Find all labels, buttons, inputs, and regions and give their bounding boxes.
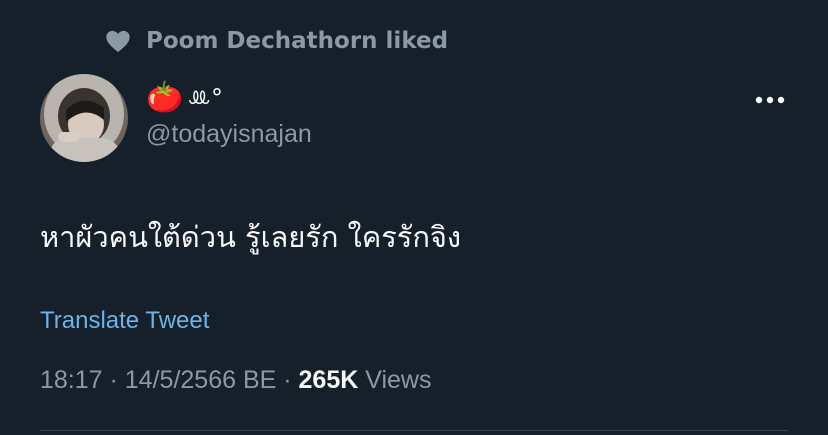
tomato-emoji: 🍅 (146, 80, 184, 115)
avatar[interactable] (40, 74, 128, 162)
social-context-text: Poom Dechathorn liked (146, 28, 449, 54)
more-horizontal-icon (755, 96, 785, 104)
tweet-text: หาผัวคนใต้ด่วน รู้เลยรัก ใครรักจิง (40, 220, 462, 254)
meta-separator: · (102, 366, 125, 394)
more-options-button[interactable] (748, 86, 792, 114)
tweet-time[interactable]: 18:17 (40, 366, 103, 394)
avatar-photo (40, 74, 128, 162)
heart-icon (106, 30, 130, 52)
author-handle[interactable]: @todayisnajan (146, 120, 312, 149)
views-label: Views (358, 366, 432, 394)
author-display-name[interactable]: 🍅 ꔛ° (146, 80, 223, 116)
social-context[interactable]: Poom Dechathorn liked (104, 26, 448, 56)
display-name-text: ꔛ° (187, 84, 223, 112)
divider (40, 430, 788, 431)
tweet-date[interactable]: 14/5/2566 BE (125, 366, 277, 394)
tweet-meta: 18:17 · 14/5/2566 BE · 265K Views (40, 366, 431, 395)
views-count: 265K (298, 366, 359, 394)
translate-tweet-link[interactable]: Translate Tweet (40, 307, 209, 335)
meta-separator: · (276, 366, 299, 394)
